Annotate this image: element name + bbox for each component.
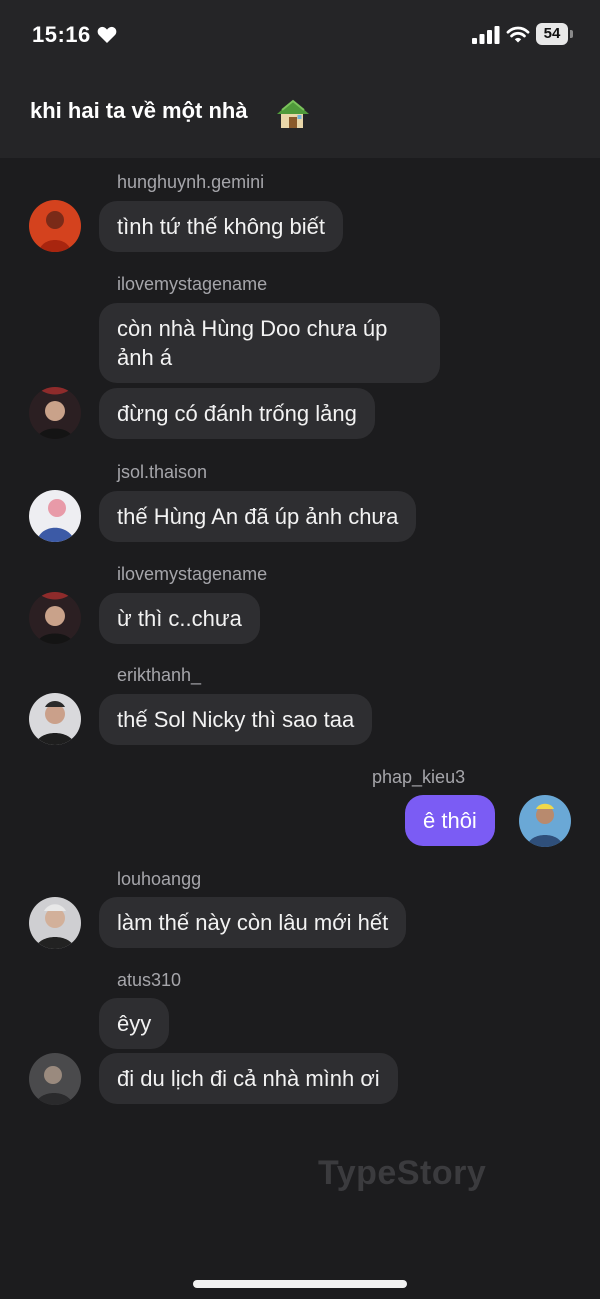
- message-text: ừ thì c..chưa: [117, 606, 242, 631]
- message-text: đừng có đánh trống lảng: [117, 401, 357, 426]
- message-text: đi du lịch đi cả nhà mình ơi: [117, 1066, 380, 1091]
- sender-name[interactable]: erikthanh_: [117, 665, 201, 686]
- message-bubble[interactable]: đừng có đánh trống lảng: [99, 388, 375, 439]
- message-text: thế Sol Nicky thì sao taa: [117, 707, 355, 732]
- message-bubble[interactable]: thế Sol Nicky thì sao taa: [99, 694, 373, 745]
- sender-name[interactable]: hunghuynh.gemini: [117, 172, 264, 193]
- avatar[interactable]: [29, 1053, 81, 1105]
- sender-name[interactable]: louhoangg: [117, 869, 201, 890]
- status-bar: 15:16 54: [0, 0, 600, 72]
- avatar[interactable]: [29, 693, 81, 745]
- message-bubble[interactable]: tình tứ thế không biết: [99, 201, 343, 252]
- sender-name[interactable]: phap_kieu3: [372, 767, 465, 788]
- message-bubble[interactable]: êyy: [99, 998, 170, 1049]
- avatar[interactable]: [29, 897, 81, 949]
- message-text: tình tứ thế không biết: [117, 214, 325, 239]
- chat-title: khi hai ta về một nhà: [30, 98, 248, 123]
- watermark: TypeStory: [318, 1154, 487, 1192]
- message-bubble[interactable]: đi du lịch đi cả nhà mình ơi: [99, 1053, 398, 1104]
- message-bubble-outgoing[interactable]: ê thôi: [405, 795, 495, 846]
- message-bubble[interactable]: còn nhà Hùng Doo chưa úp ảnh á: [99, 303, 440, 383]
- battery-icon: 54: [536, 23, 574, 45]
- signal-icon: [472, 26, 500, 44]
- sender-name[interactable]: ilovemystagename: [117, 274, 267, 295]
- battery-level: 54: [536, 23, 568, 45]
- message-text: làm thế này còn lâu mới hết: [117, 910, 389, 935]
- avatar[interactable]: [29, 387, 81, 439]
- sender-name[interactable]: ilovemystagename: [117, 564, 267, 585]
- message-text: còn nhà Hùng Doo chưa úp ảnh á: [117, 316, 388, 370]
- wifi-icon: [506, 26, 530, 43]
- avatar[interactable]: [29, 592, 81, 644]
- message-text: ê thôi: [423, 808, 477, 833]
- message-bubble[interactable]: ừ thì c..chưa: [99, 593, 260, 644]
- avatar[interactable]: [519, 795, 571, 847]
- message-text: thế Hùng An đã úp ảnh chưa: [117, 504, 399, 529]
- sender-name[interactable]: jsol.thaison: [117, 462, 207, 483]
- message-bubble[interactable]: làm thế này còn lâu mới hết: [99, 897, 407, 948]
- message-bubble[interactable]: thế Hùng An đã úp ảnh chưa: [99, 491, 417, 542]
- message-text: êyy: [117, 1011, 152, 1036]
- status-time: 15:16: [32, 22, 91, 47]
- avatar[interactable]: [29, 490, 81, 542]
- avatar[interactable]: [29, 200, 81, 252]
- heart-icon: [97, 26, 117, 43]
- sender-name[interactable]: atus310: [117, 970, 181, 991]
- home-indicator[interactable]: [193, 1280, 407, 1288]
- house-icon: [277, 99, 309, 128]
